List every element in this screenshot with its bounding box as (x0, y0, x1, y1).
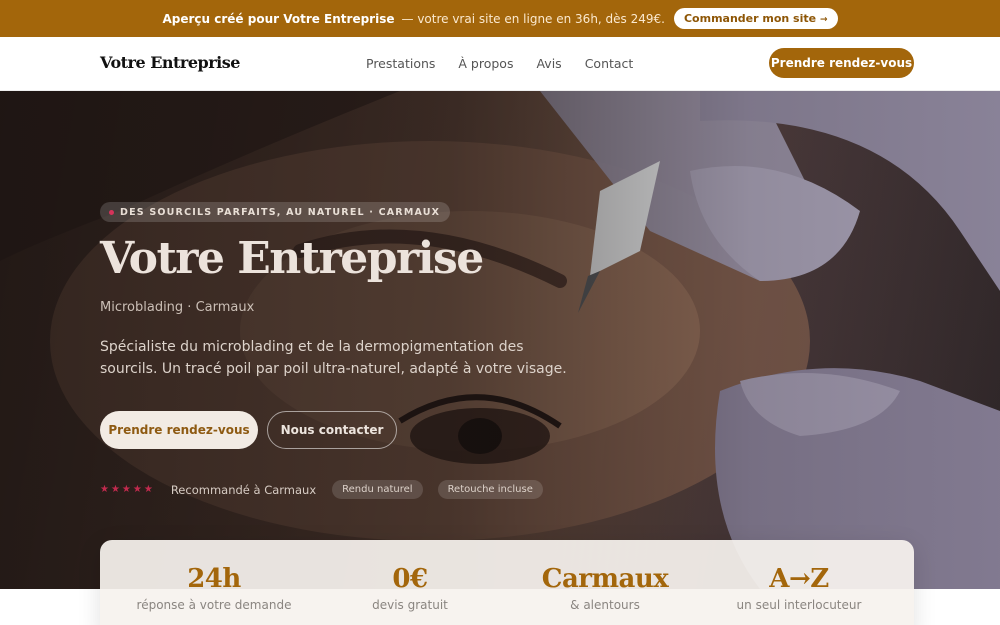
chip-rendu-naturel: Rendu naturel (332, 480, 423, 499)
site-header: Votre Entreprise Prestations À propos Av… (0, 37, 1000, 91)
hero-title: Votre Entreprise (100, 233, 484, 284)
nav-link-contact[interactable]: Contact (585, 56, 634, 71)
stat-item: 0€ devis gratuit (310, 564, 510, 612)
proof-text: Recommandé à Carmaux (170, 482, 317, 497)
book-appointment-button[interactable]: Prendre rendez-vous (769, 48, 914, 78)
announcement-strong: Aperçu créé pour Votre Entreprise (162, 11, 395, 26)
brand-logo[interactable]: Votre Entreprise (100, 53, 240, 72)
stats-card: 24h réponse à votre demande 0€ devis gra… (100, 540, 914, 625)
stat-item: A→Z un seul interlocuteur (699, 564, 899, 612)
hero-subtitle: Microblading · Carmaux (100, 300, 255, 315)
hero-book-button[interactable]: Prendre rendez-vous (100, 411, 258, 449)
hero-contact-button[interactable]: Nous contacter (267, 411, 397, 449)
stat-value: 0€ (392, 564, 428, 594)
nav-link-avis[interactable]: Avis (536, 56, 561, 71)
order-site-button[interactable]: Commander mon site → (673, 8, 838, 29)
announcement-text: — votre vrai site en ligne en 36h, dès 2… (401, 11, 665, 26)
order-site-label: Commander mon site (683, 12, 817, 25)
stat-item: Carmaux & alentours (505, 564, 705, 612)
dot-icon (109, 209, 114, 215)
nav-link-a-propos[interactable]: À propos (458, 56, 513, 71)
hero-section: DES SOURCILS PARFAITS, AU NATUREL · CARM… (0, 91, 1000, 589)
stat-label: un seul interlocuteur (736, 598, 862, 612)
main-nav: Prestations À propos Avis Contact (366, 56, 656, 71)
chip-retouche-incluse: Retouche incluse (437, 480, 543, 499)
stat-label: & alentours (570, 598, 640, 612)
stat-item: 24h réponse à votre demande (114, 564, 314, 612)
stat-label: réponse à votre demande (136, 598, 292, 612)
social-proof: ★★★★★ Recommandé à Carmaux Rendu naturel… (100, 480, 543, 499)
hero-tag-text: DES SOURCILS PARFAITS, AU NATUREL · CARM… (120, 206, 441, 218)
announcement-bar: Aperçu créé pour Votre Entreprise — votr… (0, 0, 1000, 37)
hero-tag: DES SOURCILS PARFAITS, AU NATUREL · CARM… (100, 202, 451, 222)
stat-value: 24h (187, 564, 241, 594)
stat-value: A→Z (769, 564, 829, 594)
arrow-right-icon: → (819, 15, 828, 25)
stat-label: devis gratuit (372, 598, 448, 612)
stat-value: Carmaux (541, 564, 669, 594)
hero-description: Spécialiste du microblading et de la der… (100, 339, 567, 377)
star-rating-icon: ★★★★★ (100, 484, 155, 495)
nav-link-prestations[interactable]: Prestations (366, 56, 435, 71)
